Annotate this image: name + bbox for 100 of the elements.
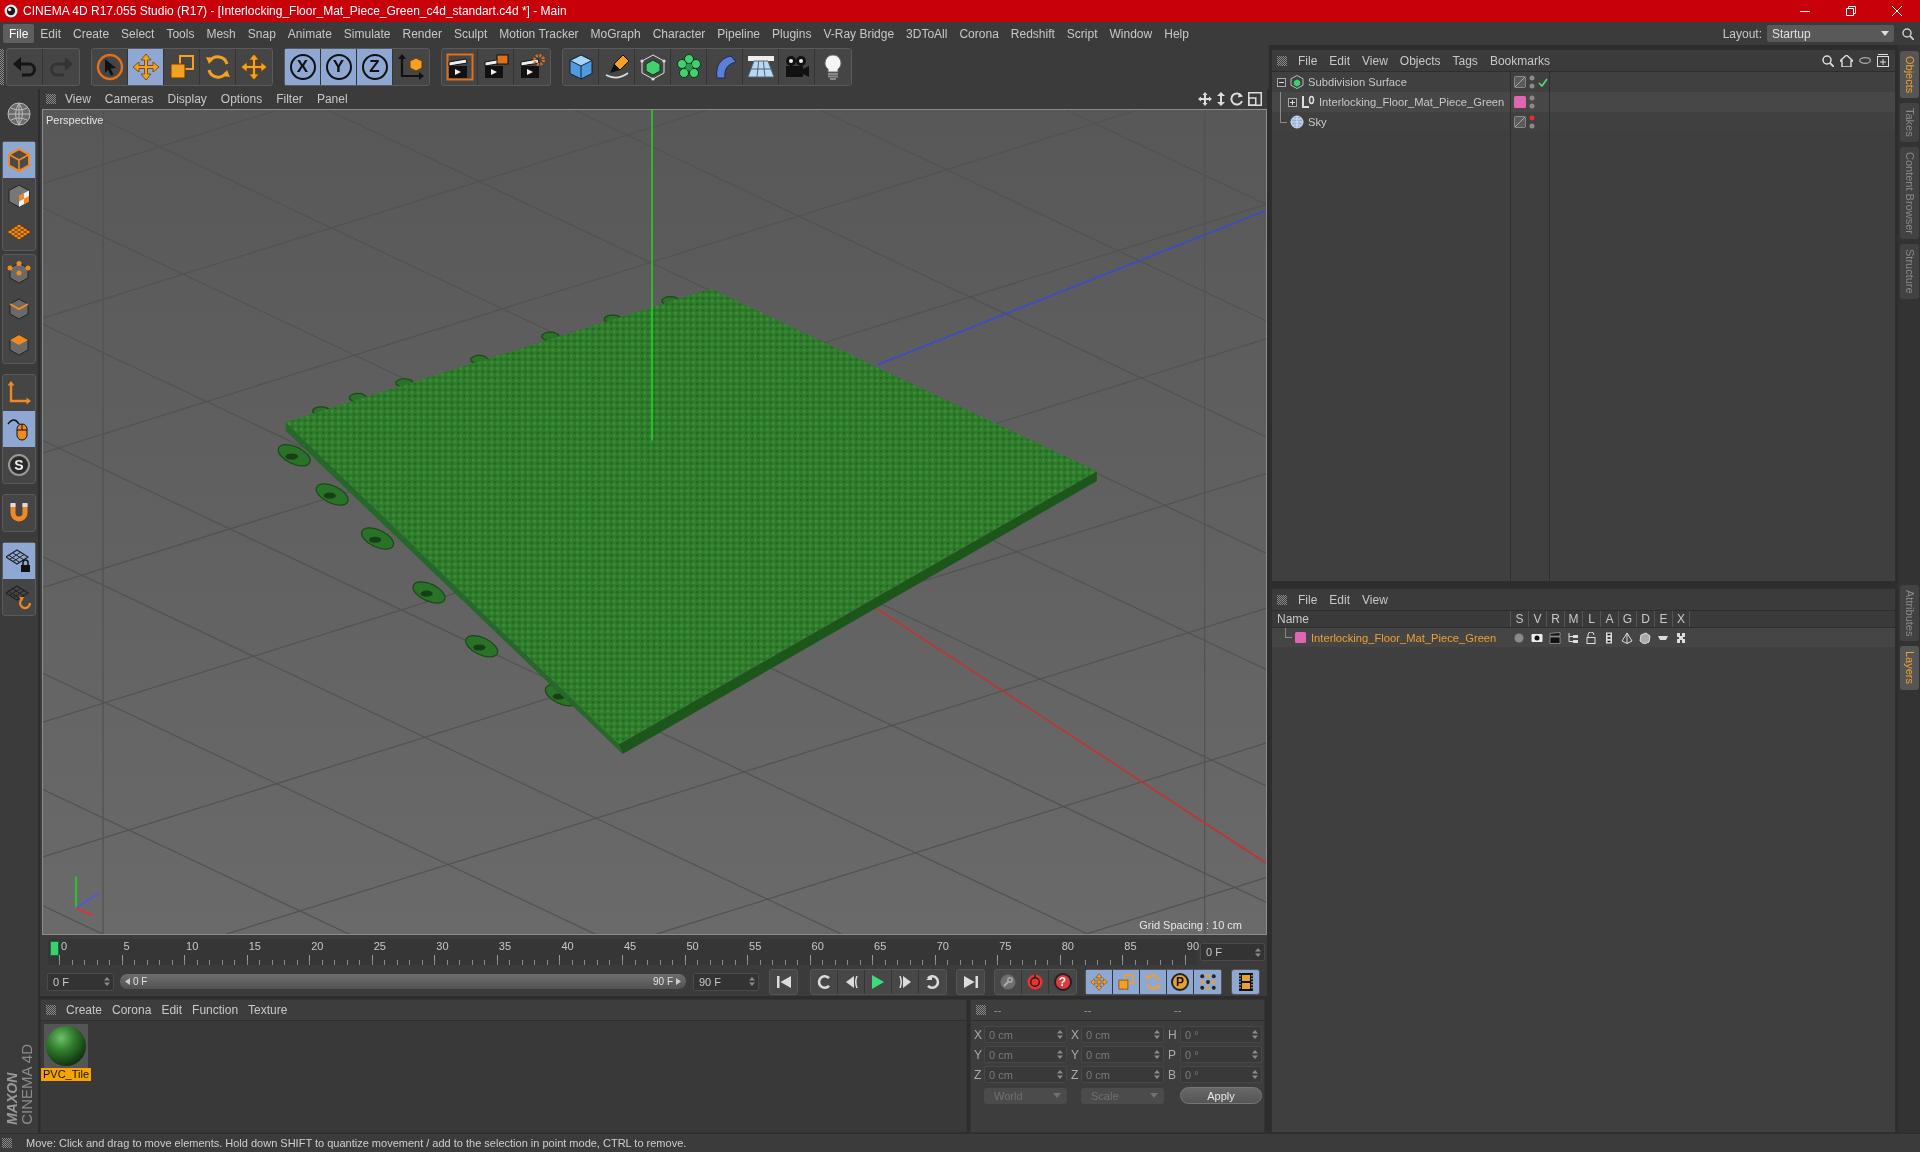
- object-name[interactable]: Interlocking_Floor_Mat_Piece_Green: [1319, 96, 1505, 108]
- menu-item[interactable]: Edit: [1323, 52, 1357, 69]
- position-key-button[interactable]: [1086, 969, 1113, 994]
- maximize-icon[interactable]: [1248, 92, 1262, 106]
- up-down-arrows-icon[interactable]: [1216, 92, 1226, 106]
- plus-box-icon[interactable]: [1288, 97, 1297, 107]
- grip-handle-icon[interactable]: [0, 49, 4, 85]
- oval-icon[interactable]: [1859, 57, 1871, 64]
- dot-icon[interactable]: [1513, 631, 1525, 644]
- menu-item[interactable]: Create: [67, 24, 116, 43]
- column-header[interactable]: E: [1654, 611, 1672, 627]
- column-header[interactable]: G: [1618, 611, 1636, 627]
- menu-item[interactable]: Character: [646, 24, 712, 43]
- column-header[interactable]: A: [1600, 611, 1618, 627]
- menu-item[interactable]: Function: [187, 1002, 244, 1018]
- menu-item[interactable]: Render: [396, 24, 448, 43]
- clapperboard-icon[interactable]: [1549, 631, 1561, 644]
- menu-item[interactable]: Edit: [156, 1002, 188, 1018]
- menu-item[interactable]: Snap: [241, 24, 282, 43]
- grip-handle-icon[interactable]: [46, 94, 56, 104]
- octagon-icon[interactable]: [1639, 631, 1651, 644]
- frame-field[interactable]: 0 F: [47, 972, 114, 991]
- minus-box-icon[interactable]: [1277, 77, 1286, 87]
- snap-button[interactable]: S: [3, 447, 35, 483]
- pyramid-icon[interactable]: [1621, 631, 1633, 644]
- column-header[interactable]: Name: [1272, 612, 1510, 626]
- column-header[interactable]: X: [1672, 611, 1690, 627]
- menu-item[interactable]: Motion Tracker: [493, 24, 585, 43]
- material-sphere-icon[interactable]: [44, 1024, 88, 1068]
- column-header[interactable]: L: [1582, 611, 1600, 627]
- menu-item[interactable]: Script: [1060, 24, 1104, 43]
- grip-handle-icon[interactable]: [1277, 594, 1287, 605]
- menu-item[interactable]: Objects: [1393, 52, 1447, 69]
- scale-key-button[interactable]: [1113, 969, 1140, 994]
- slashed-square-icon[interactable]: [1514, 76, 1526, 88]
- menu-item[interactable]: Window: [1103, 24, 1159, 43]
- circular-arrow-icon[interactable]: [1230, 92, 1244, 106]
- go-to-end-button[interactable]: [956, 968, 985, 995]
- eye-icon[interactable]: [1531, 631, 1543, 644]
- menu-item[interactable]: File: [3, 24, 35, 43]
- search-icon[interactable]: [1902, 27, 1914, 40]
- plus-window-icon[interactable]: [1877, 54, 1889, 67]
- two-dots-icon[interactable]: [1529, 94, 1535, 110]
- axis-lock-button[interactable]: Z: [357, 49, 393, 85]
- menu-item[interactable]: MoGraph: [584, 24, 647, 43]
- column-header[interactable]: M: [1564, 611, 1582, 627]
- film-strip-icon[interactable]: [1603, 631, 1615, 644]
- menu-item[interactable]: Plugins: [766, 24, 818, 43]
- home-icon[interactable]: [1840, 54, 1853, 67]
- menu-item[interactable]: Help: [1158, 24, 1195, 43]
- menu-item[interactable]: View: [1356, 52, 1394, 69]
- timeline-view-button[interactable]: [1231, 968, 1260, 995]
- two-dots-icon[interactable]: [1529, 114, 1535, 130]
- menu-item[interactable]: Tags: [1446, 52, 1484, 69]
- parameter-key-button[interactable]: P: [1167, 969, 1194, 994]
- menu-item[interactable]: Corona: [953, 24, 1005, 43]
- axis-lock-button[interactable]: Y: [321, 49, 357, 85]
- lock-icon[interactable]: [1585, 631, 1597, 644]
- go-to-start-button[interactable]: [769, 968, 798, 995]
- model-mode-button[interactable]: [3, 142, 35, 178]
- check-icon[interactable]: [1538, 77, 1548, 87]
- slashed-square-icon[interactable]: [1514, 116, 1526, 128]
- layer-row[interactable]: Interlocking_Floor_Mat_Piece_Green: [1272, 628, 1895, 647]
- rotation-key-button[interactable]: [1140, 969, 1167, 994]
- menu-item[interactable]: File: [1292, 591, 1324, 608]
- move-tool-button[interactable]: [128, 49, 164, 85]
- grip-handle-icon[interactable]: [976, 1005, 986, 1015]
- menu-item[interactable]: Filter: [269, 91, 310, 107]
- menu-item[interactable]: View: [1356, 591, 1394, 608]
- point-key-button[interactable]: [1194, 969, 1221, 994]
- object-name[interactable]: Subdivision Surface: [1308, 76, 1407, 88]
- menu-item[interactable]: View: [58, 91, 98, 107]
- menu-item[interactable]: Mesh: [200, 24, 242, 43]
- tweak-mode-button[interactable]: [3, 411, 35, 447]
- side-tab[interactable]: Objects: [1899, 51, 1919, 99]
- menu-item[interactable]: Options: [213, 91, 270, 107]
- search-icon[interactable]: [1822, 54, 1834, 67]
- column-header[interactable]: S: [1510, 611, 1528, 627]
- menu-item[interactable]: Redshift: [1004, 24, 1061, 43]
- side-tab[interactable]: Layers: [1899, 646, 1919, 690]
- menu-item[interactable]: Display: [160, 91, 214, 107]
- magnet-button[interactable]: [2, 494, 36, 532]
- frame-field[interactable]: 90 F: [693, 972, 759, 991]
- menu-item[interactable]: Pipeline: [711, 24, 767, 43]
- layer-swatch-icon[interactable]: [1295, 632, 1306, 643]
- object-name[interactable]: Sky: [1308, 116, 1327, 128]
- grip-handle-icon[interactable]: [46, 1005, 56, 1015]
- menu-item[interactable]: Simulate: [337, 24, 397, 43]
- column-header[interactable]: V: [1528, 611, 1546, 627]
- menu-item[interactable]: Tools: [160, 24, 201, 43]
- hierarchy-icon[interactable]: [1567, 631, 1579, 644]
- four-arrows-icon[interactable]: [1198, 92, 1212, 106]
- two-dots-icon[interactable]: [1529, 74, 1535, 90]
- menu-item[interactable]: Edit: [1323, 591, 1357, 608]
- material-name[interactable]: PVC_Tile: [40, 1068, 92, 1081]
- playhead-marker[interactable]: [50, 941, 59, 956]
- menu-item[interactable]: File: [1292, 52, 1324, 69]
- frame-range-slider[interactable]: 0 F 90 F: [120, 974, 686, 989]
- knot-icon[interactable]: [1675, 631, 1687, 644]
- grip-handle-icon[interactable]: [2, 1138, 12, 1148]
